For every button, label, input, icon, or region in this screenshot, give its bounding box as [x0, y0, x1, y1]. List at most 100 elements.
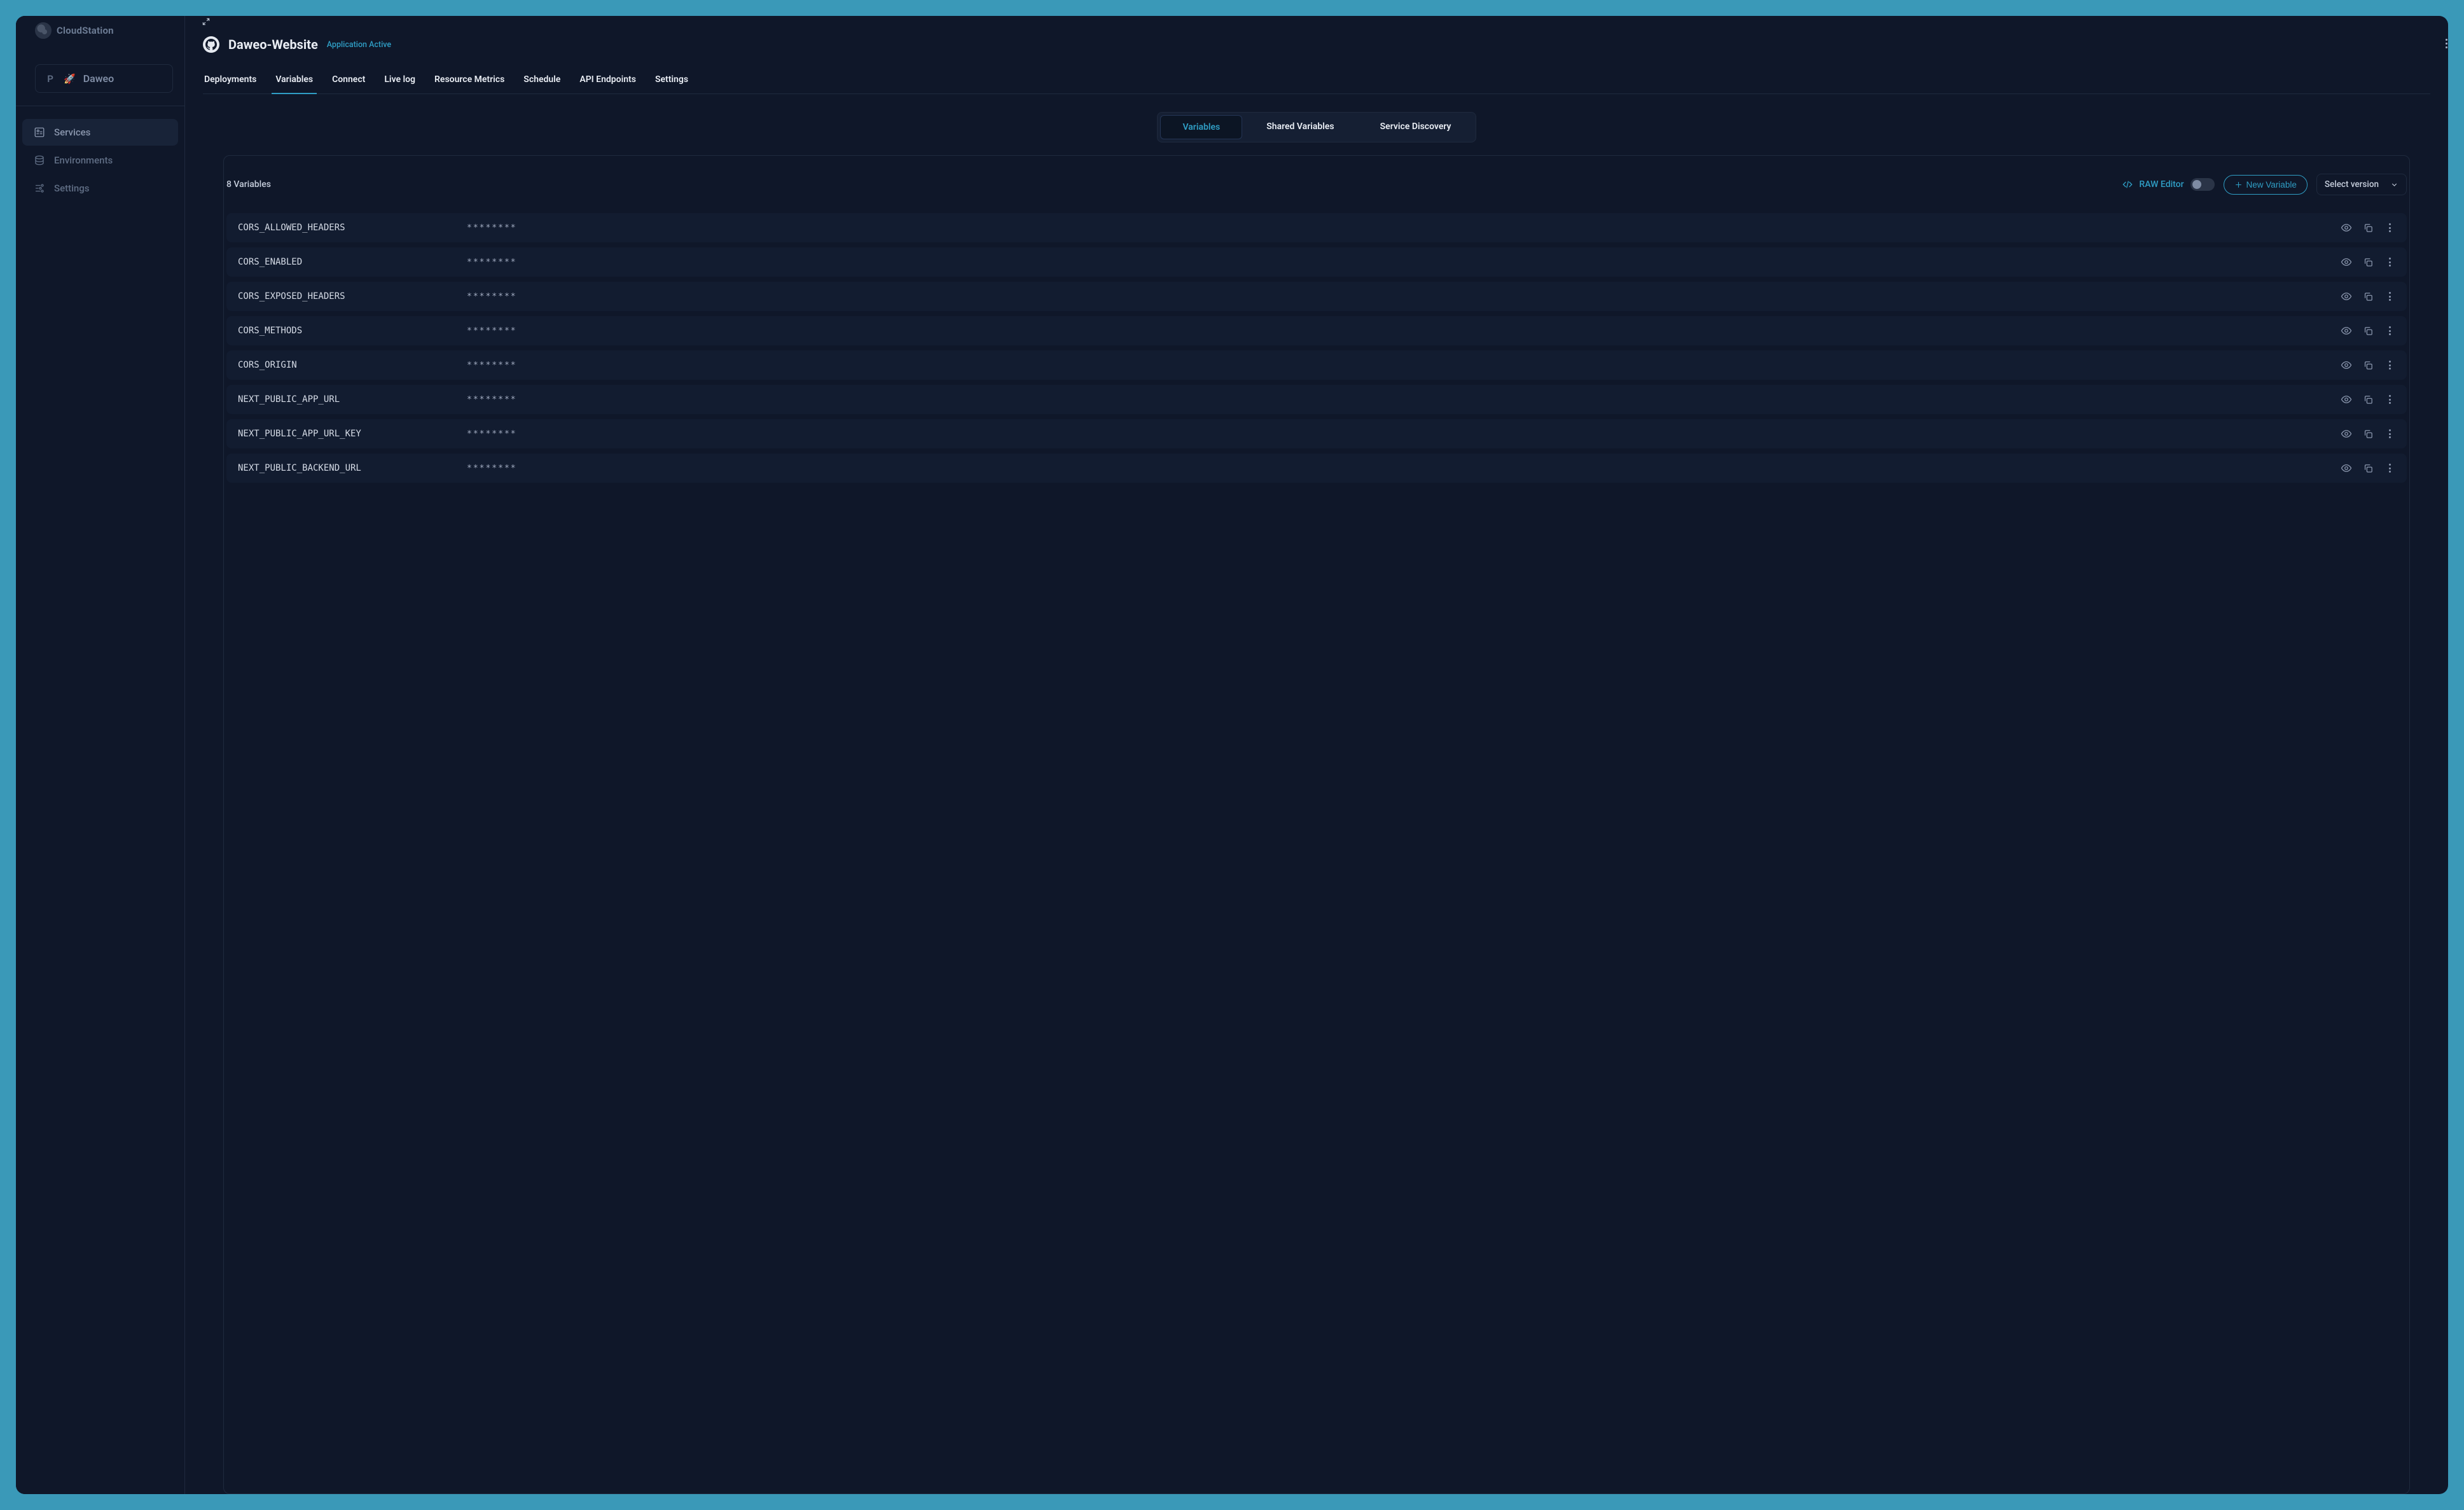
- variable-row: CORS_ORIGIN********: [226, 350, 2407, 380]
- main-area: Daweo-Website Application Active Deploym…: [185, 16, 2448, 1494]
- variable-key: NEXT_PUBLIC_APP_URL_KEY: [238, 429, 467, 439]
- brand-name: CloudStation: [57, 25, 114, 36]
- tab-deployments[interactable]: Deployments: [204, 69, 256, 94]
- code-icon: [2122, 179, 2133, 190]
- eye-icon[interactable]: [2341, 256, 2352, 268]
- tab-settings[interactable]: Settings: [655, 69, 688, 94]
- kebab-icon[interactable]: [2384, 222, 2395, 233]
- sidebar: CloudStation P 🚀 Daweo Services Environme…: [16, 16, 185, 1494]
- tab-live-log[interactable]: Live log: [384, 69, 415, 94]
- sidebar-item-label: Environments: [54, 155, 113, 166]
- kebab-icon[interactable]: [2384, 359, 2395, 371]
- variable-key: CORS_ORIGIN: [238, 360, 467, 370]
- toggle-switch[interactable]: [2191, 178, 2215, 191]
- copy-icon[interactable]: [2362, 222, 2374, 233]
- raw-editor-label: RAW Editor: [2139, 179, 2184, 190]
- page-menu-icon[interactable]: [2444, 39, 2448, 58]
- eye-icon[interactable]: [2341, 428, 2352, 440]
- version-label: Select version: [2325, 179, 2379, 190]
- toolbar-right: RAW Editor New Variable Select version: [2122, 174, 2407, 195]
- variable-key: CORS_ENABLED: [238, 257, 467, 267]
- header: Daweo-Website Application Active Deploym…: [185, 16, 2448, 94]
- kebab-icon[interactable]: [2384, 462, 2395, 474]
- main-tabs: Deployments Variables Connect Live log Resou…: [203, 69, 2430, 94]
- variable-actions: [2341, 359, 2395, 371]
- variable-row: NEXT_PUBLIC_APP_URL_KEY********: [226, 419, 2407, 448]
- variable-actions: [2341, 222, 2395, 233]
- variable-value: ********: [467, 258, 2341, 267]
- copy-icon[interactable]: [2362, 394, 2374, 405]
- variable-value: ********: [467, 292, 2341, 301]
- copy-icon[interactable]: [2362, 428, 2374, 440]
- eye-icon[interactable]: [2341, 359, 2352, 371]
- variable-key: CORS_EXPOSED_HEADERS: [238, 291, 467, 301]
- tab-resource-metrics[interactable]: Resource Metrics: [434, 69, 504, 94]
- kebab-icon[interactable]: [2384, 325, 2395, 336]
- copy-icon[interactable]: [2362, 325, 2374, 336]
- eye-icon[interactable]: [2341, 462, 2352, 474]
- variable-count: 8 Variables: [226, 179, 271, 190]
- variable-row: NEXT_PUBLIC_APP_URL********: [226, 385, 2407, 414]
- subtabs: VariablesShared VariablesService Discove…: [1157, 112, 1476, 142]
- variable-row: NEXT_PUBLIC_BACKEND_URL********: [226, 454, 2407, 483]
- project-selector[interactable]: P 🚀 Daweo: [35, 64, 173, 93]
- version-select[interactable]: Select version: [2316, 174, 2407, 195]
- variable-value: ********: [467, 395, 2341, 405]
- eye-icon[interactable]: [2341, 394, 2352, 405]
- subtab-shared-variables[interactable]: Shared Variables: [1245, 115, 1355, 139]
- variable-actions: [2341, 428, 2395, 440]
- eye-icon[interactable]: [2341, 222, 2352, 233]
- sidebar-item-environments[interactable]: Environments: [22, 147, 178, 174]
- sidebar-item-services[interactable]: Services: [22, 119, 178, 146]
- app-window: CloudStation P 🚀 Daweo Services Environme…: [16, 16, 2448, 1494]
- subtab-service-discovery[interactable]: Service Discovery: [1359, 115, 1473, 139]
- copy-icon[interactable]: [2362, 291, 2374, 302]
- variables-panel: 8 Variables RAW Editor New Variable: [223, 155, 2410, 1494]
- eye-icon[interactable]: [2341, 291, 2352, 302]
- variable-value: ********: [467, 326, 2341, 336]
- variable-value: ********: [467, 223, 2341, 233]
- sidebar-item-settings[interactable]: Settings: [22, 175, 178, 202]
- copy-icon[interactable]: [2362, 462, 2374, 474]
- copy-icon[interactable]: [2362, 256, 2374, 268]
- project-letter: P: [45, 73, 56, 85]
- project-name: Daweo: [83, 73, 114, 85]
- chevron-down-icon: [2390, 181, 2398, 189]
- eye-icon[interactable]: [2341, 325, 2352, 336]
- variable-key: NEXT_PUBLIC_APP_URL: [238, 394, 467, 405]
- status-badge: Application Active: [327, 40, 391, 50]
- tab-api-endpoints[interactable]: API Endpoints: [579, 69, 636, 94]
- new-variable-label: New Variable: [2246, 180, 2297, 190]
- sidebar-nav: Services Environments Settings: [16, 118, 184, 203]
- variable-row: CORS_ENABLED********: [226, 247, 2407, 277]
- github-icon: [203, 36, 219, 53]
- variable-row: CORS_ALLOWED_HEADERS********: [226, 213, 2407, 242]
- new-variable-button[interactable]: New Variable: [2224, 175, 2308, 195]
- services-icon: [34, 127, 45, 138]
- variable-row: CORS_METHODS********: [226, 316, 2407, 345]
- tab-connect[interactable]: Connect: [332, 69, 365, 94]
- variable-actions: [2341, 325, 2395, 336]
- tab-schedule[interactable]: Schedule: [523, 69, 560, 94]
- title-row: Daweo-Website Application Active: [203, 36, 2430, 53]
- variable-value: ********: [467, 429, 2341, 439]
- variable-key: CORS_METHODS: [238, 326, 467, 336]
- tab-variables[interactable]: Variables: [275, 69, 313, 94]
- kebab-icon[interactable]: [2384, 291, 2395, 302]
- copy-icon[interactable]: [2362, 359, 2374, 371]
- app-title: Daweo-Website: [228, 37, 318, 52]
- kebab-icon[interactable]: [2384, 394, 2395, 405]
- kebab-icon[interactable]: [2384, 428, 2395, 440]
- plus-icon: [2234, 181, 2243, 189]
- expand-icon[interactable]: [202, 17, 211, 29]
- subtab-variables[interactable]: Variables: [1160, 115, 1242, 139]
- variable-key: CORS_ALLOWED_HEADERS: [238, 223, 467, 233]
- variable-key: NEXT_PUBLIC_BACKEND_URL: [238, 463, 467, 473]
- variable-actions: [2341, 394, 2395, 405]
- brand-mark-icon: [35, 22, 52, 39]
- raw-editor-toggle[interactable]: RAW Editor: [2122, 178, 2214, 191]
- subtabs-container: VariablesShared VariablesService Discove…: [185, 94, 2448, 142]
- brand-logo: CloudStation: [16, 20, 184, 49]
- kebab-icon[interactable]: [2384, 256, 2395, 268]
- panel-toolbar: 8 Variables RAW Editor New Variable: [224, 156, 2409, 208]
